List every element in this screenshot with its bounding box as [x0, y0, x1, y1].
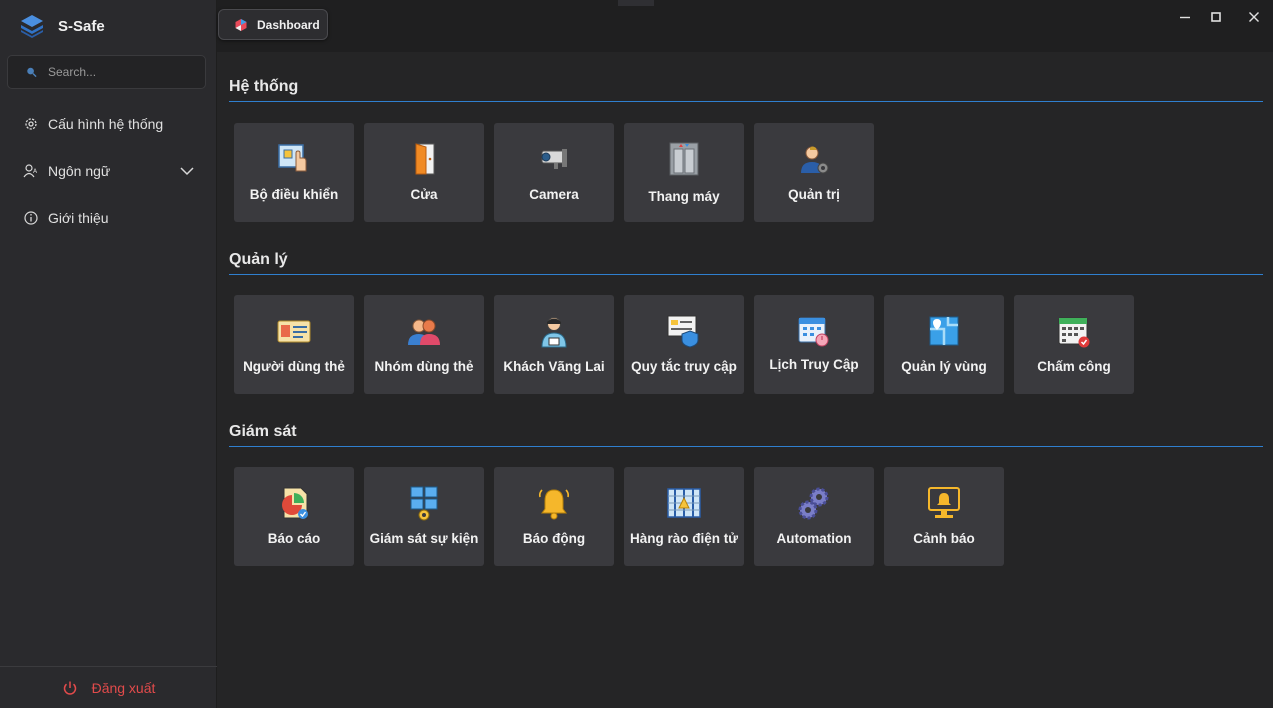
app-name: S-Safe — [58, 17, 105, 35]
tile-label: Cửa — [410, 187, 438, 202]
section-title-management: Quản lý — [229, 251, 288, 268]
tile-card-user[interactable]: Người dùng thẻ — [234, 295, 354, 394]
report-icon — [282, 487, 308, 519]
tile-warning[interactable]: Cảnh báo — [884, 467, 1004, 566]
sidebar-item-label: Ngôn ngữ — [48, 162, 111, 179]
access-rule-icon — [667, 315, 699, 348]
minimize-icon — [1180, 16, 1190, 19]
id-card-icon — [277, 320, 311, 343]
electric-fence-icon — [667, 488, 701, 518]
tile-label: Khách Vãng Lai — [503, 359, 605, 374]
tile-report[interactable]: Báo cáo — [234, 467, 354, 566]
info-icon — [24, 210, 38, 225]
tile-door[interactable]: Cửa — [364, 123, 484, 222]
tab-dashboard[interactable]: Dashboard — [218, 9, 328, 40]
brand: S-Safe — [18, 12, 105, 40]
calendar-clock-icon — [798, 317, 829, 347]
tile-automation[interactable]: Automation — [754, 467, 874, 566]
chevron-down-icon[interactable] — [179, 163, 195, 179]
tile-label: Quản lý vùng — [901, 359, 987, 374]
maximize-button[interactable] — [1204, 6, 1228, 28]
section-divider — [229, 101, 1263, 102]
close-icon — [1249, 12, 1259, 22]
tile-label: Người dùng thẻ — [243, 359, 345, 374]
tile-label: Automation — [776, 531, 852, 546]
visitor-icon — [541, 317, 567, 348]
elevator-icon — [669, 142, 699, 176]
tile-access-schedule[interactable]: Lịch Truy Cập — [754, 295, 874, 394]
minimize-button[interactable] — [1173, 6, 1197, 28]
maximize-icon — [1211, 12, 1221, 22]
tile-admin[interactable]: Quản trị — [754, 123, 874, 222]
camera-icon — [541, 149, 567, 169]
search-box[interactable] — [7, 55, 206, 89]
tile-label: Thang máy — [648, 189, 720, 204]
controller-icon — [278, 144, 307, 172]
sidebar: S-Safe Cấu hình hệ thống A Ngôn ngữ — [0, 0, 217, 708]
power-icon — [63, 681, 76, 695]
svg-text:A: A — [33, 168, 38, 175]
tile-controller[interactable]: Bộ điều khiển — [234, 123, 354, 222]
gear-icon — [25, 117, 37, 130]
event-monitor-icon — [410, 486, 438, 521]
tile-visitor[interactable]: Khách Vãng Lai — [494, 295, 614, 394]
gears-icon — [798, 487, 829, 520]
section-divider — [229, 274, 1263, 275]
sidebar-item-label: Giới thiệu — [48, 209, 109, 226]
tile-attendance[interactable]: Chấm công — [1014, 295, 1134, 394]
tile-label: Quy tắc truy cập — [631, 359, 737, 374]
sidebar-nav: Cấu hình hệ thống A Ngôn ngữ Giới thiệu — [0, 100, 217, 241]
admin-icon — [801, 146, 829, 174]
bell-icon — [538, 489, 570, 520]
close-button[interactable] — [1242, 6, 1266, 28]
search-icon — [27, 67, 37, 78]
drag-handle[interactable] — [618, 0, 654, 6]
tile-elevator[interactable]: Thang máy — [624, 123, 744, 222]
tile-alarm[interactable]: Báo động — [494, 467, 614, 566]
user-group-icon — [408, 319, 440, 345]
search-input[interactable] — [46, 64, 205, 80]
tile-label: Hàng rào điện tử — [629, 531, 739, 546]
top-bar: Dashboard — [217, 0, 1273, 52]
tile-electric-fence[interactable]: Hàng rào điện tử — [624, 467, 744, 566]
tile-label: Camera — [529, 187, 579, 202]
tile-label: Giám sát sự kiện — [369, 531, 479, 546]
language-icon: A — [23, 163, 38, 177]
dashboard-icon — [235, 18, 247, 31]
tile-zone-management[interactable]: Quản lý vùng — [884, 295, 1004, 394]
section-divider — [229, 446, 1263, 447]
sidebar-item-label: Cấu hình hệ thống — [48, 115, 164, 132]
tile-label: Quản trị — [788, 187, 840, 202]
attendance-calendar-icon — [1058, 317, 1090, 348]
logout-button[interactable]: Đăng xuất — [0, 667, 217, 708]
map-zone-icon — [929, 316, 959, 346]
tile-label: Chấm công — [1037, 359, 1111, 374]
tile-label: Nhóm dùng thẻ — [374, 359, 474, 374]
section-title-monitoring: Giám sát — [229, 423, 297, 440]
tab-label: Dashboard — [257, 17, 320, 32]
s-safe-logo-icon — [21, 15, 43, 38]
tile-label: Lịch Truy Cập — [769, 357, 859, 372]
tile-label: Cảnh báo — [913, 531, 975, 546]
sidebar-item-system-config[interactable]: Cấu hình hệ thống — [0, 100, 217, 147]
sidebar-item-language[interactable]: A Ngôn ngữ — [0, 147, 217, 194]
sidebar-item-about[interactable]: Giới thiệu — [0, 194, 217, 241]
tile-event-monitoring[interactable]: Giám sát sự kiện — [364, 467, 484, 566]
tile-access-rules[interactable]: Quy tắc truy cập — [624, 295, 744, 394]
door-icon — [415, 143, 435, 175]
tile-label: Báo cáo — [267, 531, 321, 546]
tile-label: Báo động — [522, 531, 586, 546]
tile-label: Bộ điều khiển — [249, 187, 339, 202]
tile-camera[interactable]: Camera — [494, 123, 614, 222]
section-title-system: Hệ thống — [229, 78, 299, 95]
logout-label: Đăng xuất — [91, 679, 156, 696]
warning-monitor-icon — [928, 487, 960, 518]
tile-card-group[interactable]: Nhóm dùng thẻ — [364, 295, 484, 394]
